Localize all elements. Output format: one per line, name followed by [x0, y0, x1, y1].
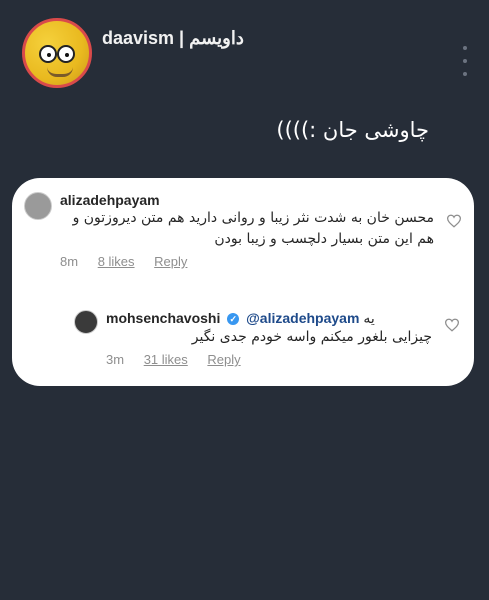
comment-text: محسن خان به شدت نثر زیبا و روانی دارید ه… — [72, 210, 434, 247]
reply-reply-button[interactable]: Reply — [207, 352, 240, 367]
reply-username[interactable]: mohsenchavoshi — [106, 310, 220, 326]
post-username[interactable]: daavism | داویسم — [102, 28, 244, 49]
avatar-eye — [57, 45, 75, 63]
comment-meta: 8m 8 likes Reply — [60, 254, 434, 269]
reply-mention[interactable]: @alizadehpayam — [246, 310, 359, 326]
post-caption: چاوشی جان :)))) — [276, 118, 429, 142]
reply-header: mohsenchavoshi ✓ @alizadehpayam یه — [106, 310, 432, 327]
reply-body: mohsenchavoshi ✓ @alizadehpayam یه چیزای… — [106, 310, 432, 367]
homer-avatar-icon — [39, 45, 57, 63]
comments-card: alizadehpayam محسن خان به شدت نثر زیبا و… — [12, 178, 474, 386]
verified-badge-icon: ✓ — [227, 313, 240, 326]
heart-icon[interactable] — [446, 214, 462, 228]
reply-text-prefix: یه — [363, 311, 375, 327]
comment-time: 8m — [60, 254, 79, 269]
comment-likes-link[interactable]: 8 likes — [98, 254, 135, 269]
profile-avatar[interactable] — [22, 18, 92, 88]
heart-icon[interactable] — [444, 318, 460, 332]
reply-commenter-avatar[interactable] — [74, 310, 98, 334]
reply-likes-link[interactable]: 31 likes — [144, 352, 188, 367]
reply-button[interactable]: Reply — [154, 254, 187, 269]
reply-time: 3m — [106, 352, 125, 367]
comment-body: alizadehpayam محسن خان به شدت نثر زیبا و… — [60, 192, 434, 269]
commenter-avatar[interactable] — [24, 192, 52, 220]
reply-text: چیزایی بلغور میکنم واسه خودم جدی نگیر — [191, 329, 432, 345]
reply-meta: 3m 31 likes Reply — [106, 352, 432, 367]
more-dots-icon[interactable] — [458, 46, 472, 76]
comment-username[interactable]: alizadehpayam — [60, 192, 434, 208]
post-header: daavism | داویسم — [22, 18, 472, 88]
avatar-mouth — [47, 67, 73, 77]
